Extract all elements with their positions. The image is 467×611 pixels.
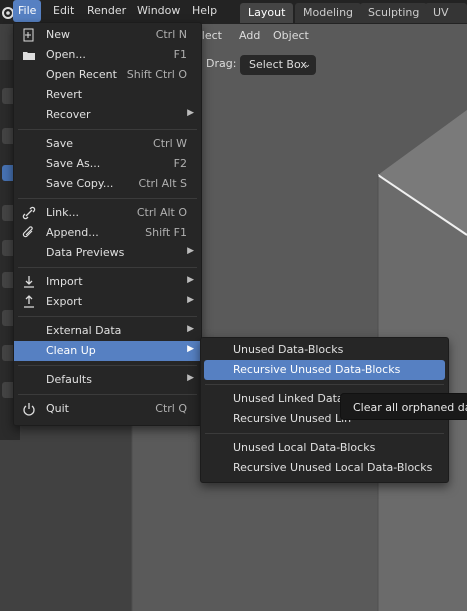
header-object[interactable]: Object <box>273 29 309 42</box>
tooltip: Clear all orphaned data <box>340 393 467 420</box>
new-file-icon <box>23 28 34 42</box>
tooltip-text: Clear all orphaned data <box>353 401 467 414</box>
submenu-arrow-icon: ▶ <box>187 373 194 383</box>
tab-layout[interactable]: Layout <box>240 3 294 23</box>
header-add[interactable]: Add <box>239 29 260 42</box>
submenu-item-unused-local-data-blocks[interactable]: Unused Local Data-Blocks <box>201 438 448 458</box>
menu-separator <box>18 267 197 268</box>
submenu-separator <box>205 384 444 385</box>
menu-item-save-copy[interactable]: Save Copy... Ctrl Alt S <box>14 174 201 194</box>
file-menu: New Ctrl N Open... F1 Open Recent Shift … <box>13 22 202 426</box>
export-icon <box>24 295 34 308</box>
menu-separator <box>18 365 197 366</box>
submenu-arrow-icon: ▶ <box>187 344 194 354</box>
menu-item-export[interactable]: Export ▶ <box>14 292 201 312</box>
menu-item-open-recent[interactable]: Open Recent Shift Ctrl O <box>14 65 201 85</box>
drag-select-value: Select Box <box>249 58 307 71</box>
submenu-separator <box>205 433 444 434</box>
menu-item-new[interactable]: New Ctrl N <box>14 25 201 45</box>
drag-label: Drag: <box>206 57 237 70</box>
menu-edit[interactable]: Edit <box>53 0 74 22</box>
tab-modeling[interactable]: Modeling <box>295 3 362 23</box>
menu-separator <box>18 198 197 199</box>
menu-item-defaults[interactable]: Defaults ▶ <box>14 370 201 390</box>
menu-item-clean-up[interactable]: Clean Up ▶ <box>14 341 201 361</box>
menu-item-save-as[interactable]: Save As... F2 <box>14 154 201 174</box>
menu-separator <box>18 129 197 130</box>
menu-item-save[interactable]: Save Ctrl W <box>14 134 201 154</box>
menu-item-open[interactable]: Open... F1 <box>14 45 201 65</box>
menu-render[interactable]: Render <box>87 0 126 22</box>
submenu-arrow-icon: ▶ <box>187 108 194 118</box>
menu-item-data-previews[interactable]: Data Previews ▶ <box>14 243 201 263</box>
folder-icon <box>23 52 35 60</box>
paperclip-icon <box>22 226 33 238</box>
tab-sculpting[interactable]: Sculpting <box>360 3 428 23</box>
menu-separator <box>18 316 197 317</box>
menu-item-external-data[interactable]: External Data ▶ <box>14 321 201 341</box>
menu-help[interactable]: Help <box>192 0 217 22</box>
submenu-arrow-icon: ▶ <box>187 324 194 334</box>
link-icon <box>22 206 36 220</box>
blender-logo-icon[interactable] <box>0 5 14 19</box>
drag-select-dropdown[interactable]: Select Box ⌄ <box>240 55 316 75</box>
tab-uv-editing[interactable]: UV Edi <box>425 3 467 39</box>
top-bar: File Edit Render Window Help Layout Mode… <box>0 0 467 39</box>
submenu-item-recursive-unused-data-blocks[interactable]: Recursive Unused Data-Blocks <box>204 360 445 380</box>
menu-file[interactable]: File <box>13 0 42 22</box>
menu-separator <box>18 394 197 395</box>
chevron-down-icon: ⌄ <box>303 60 311 70</box>
submenu-item-unused-data-blocks[interactable]: Unused Data-Blocks <box>201 340 448 360</box>
menu-item-quit[interactable]: Quit Ctrl Q <box>14 399 201 419</box>
submenu-item-recursive-unused-local-data-blocks[interactable]: Recursive Unused Local Data-Blocks <box>201 458 448 478</box>
menu-item-import[interactable]: Import ▶ <box>14 272 201 292</box>
submenu-arrow-icon: ▶ <box>187 275 194 285</box>
power-icon <box>23 403 35 416</box>
menu-window[interactable]: Window <box>137 0 180 22</box>
submenu-arrow-icon: ▶ <box>187 246 194 256</box>
import-icon <box>24 276 34 288</box>
menu-item-link[interactable]: Link... Ctrl Alt O <box>14 203 201 223</box>
menu-item-append[interactable]: Append... Shift F1 <box>14 223 201 243</box>
menu-item-recover[interactable]: Recover ▶ <box>14 105 201 125</box>
menu-item-revert[interactable]: Revert <box>14 85 201 105</box>
submenu-arrow-icon: ▶ <box>187 295 194 305</box>
